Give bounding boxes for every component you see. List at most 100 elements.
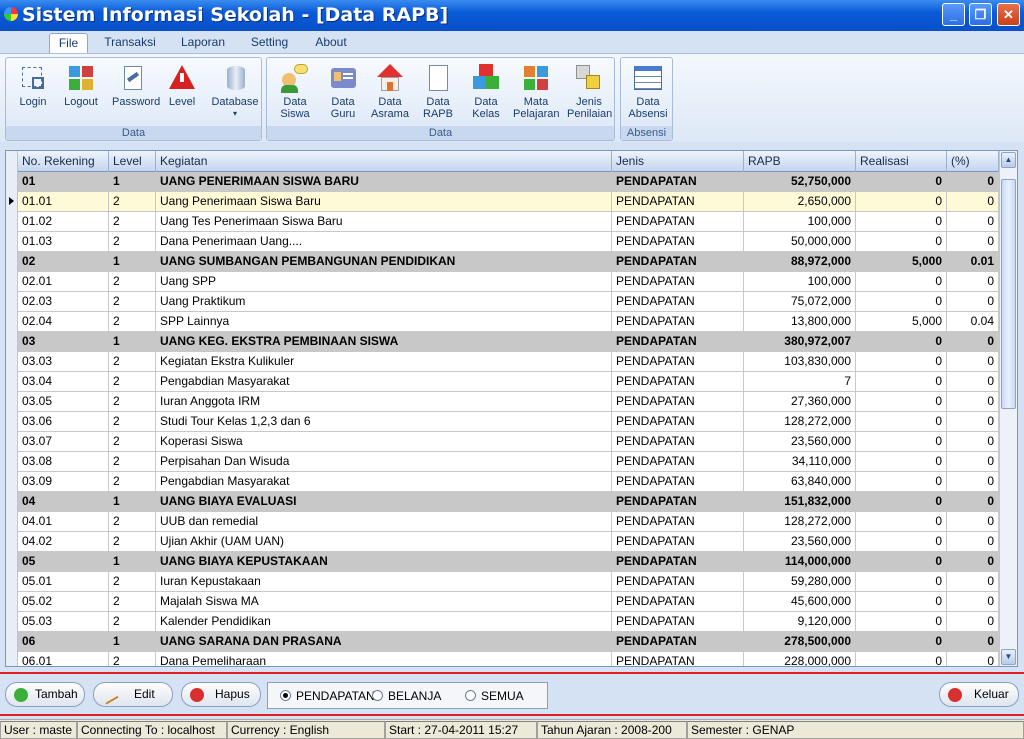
scroll-thumb[interactable] [1001,179,1016,409]
cell-3[interactable]: PENDAPATAN [612,652,744,666]
cell-1[interactable]: 2 [109,592,156,612]
cell-2[interactable]: Kalender Pendidikan [156,612,612,632]
cell-0[interactable]: 04.01 [18,512,109,532]
exit-button[interactable]: Keluar [939,682,1019,707]
cell-5[interactable]: 0 [856,392,947,412]
row-selector[interactable] [6,632,18,652]
column-header-2[interactable]: Kegiatan [156,151,612,172]
cell-4[interactable]: 151,832,000 [744,492,856,512]
cell-3[interactable]: PENDAPATAN [612,352,744,372]
cell-2[interactable]: Pengabdian Masyarakat [156,472,612,492]
cell-6[interactable]: 0 [947,212,999,232]
cell-3[interactable]: PENDAPATAN [612,492,744,512]
cell-6[interactable]: 0 [947,412,999,432]
cell-3[interactable]: PENDAPATAN [612,172,744,192]
cell-5[interactable]: 0 [856,412,947,432]
row-selector[interactable] [6,192,18,212]
cell-4[interactable]: 34,110,000 [744,452,856,472]
cell-2[interactable]: Dana Pemeliharaan [156,652,612,666]
table-row[interactable]: 03.03 2 Kegiatan Ekstra Kulikuler PENDAPATA… [6,352,999,372]
table-row[interactable]: 01.03 2 Dana Penerimaan Uang.... PENDAPATAN… [6,232,999,252]
cell-3[interactable]: PENDAPATAN [612,572,744,592]
ribbon-button-data-asrama[interactable]: Data Asrama [369,61,411,120]
row-selector[interactable] [6,472,18,492]
row-selector[interactable] [6,352,18,372]
title-bar[interactable]: Sistem Informasi Sekolah - [Data RAPB] _… [0,0,1024,31]
cell-4[interactable]: 52,750,000 [744,172,856,192]
cell-4[interactable]: 63,840,000 [744,472,856,492]
cell-4[interactable]: 23,560,000 [744,432,856,452]
cell-4[interactable]: 7 [744,372,856,392]
cell-6[interactable]: 0.04 [947,312,999,332]
cell-4[interactable]: 13,800,000 [744,312,856,332]
cell-1[interactable]: 1 [109,172,156,192]
cell-0[interactable]: 03.06 [18,412,109,432]
cell-1[interactable]: 2 [109,372,156,392]
table-row[interactable]: 03 1 UANG KEG. EKSTRA PEMBINAAN SISWA PENDA… [6,332,999,352]
cell-2[interactable]: Studi Tour Kelas 1,2,3 dan 6 [156,412,612,432]
table-row[interactable]: 03.07 2 Koperasi Siswa PENDAPATAN 23,560,000… [6,432,999,452]
table-row[interactable]: 03.04 2 Pengabdian Masyarakat PENDAPATAN 7 0 0 [6,372,999,392]
table-row[interactable]: 05.03 2 Kalender Pendidikan PENDAPATAN 9,120… [6,612,999,632]
cell-3[interactable]: PENDAPATAN [612,452,744,472]
cell-6[interactable]: 0 [947,572,999,592]
cell-2[interactable]: UANG BIAYA EVALUASI [156,492,612,512]
row-selector[interactable] [6,392,18,412]
cell-6[interactable]: 0 [947,272,999,292]
cell-0[interactable]: 03.07 [18,432,109,452]
cell-1[interactable]: 1 [109,252,156,272]
restore-button[interactable]: ❐ [969,3,992,26]
cell-3[interactable]: PENDAPATAN [612,332,744,352]
cell-6[interactable]: 0 [947,452,999,472]
cell-5[interactable]: 0 [856,492,947,512]
row-selector[interactable] [6,252,18,272]
cell-2[interactable]: Koperasi Siswa [156,432,612,452]
cell-6[interactable]: 0 [947,292,999,312]
cell-4[interactable]: 45,600,000 [744,592,856,612]
cell-6[interactable]: 0 [947,632,999,652]
cell-6[interactable]: 0 [947,332,999,352]
cell-5[interactable]: 0 [856,332,947,352]
cell-0[interactable]: 03.03 [18,352,109,372]
row-selector[interactable] [6,432,18,452]
minimize-button[interactable]: _ [942,3,965,26]
row-selector[interactable] [6,572,18,592]
cell-3[interactable]: PENDAPATAN [612,192,744,212]
cell-0[interactable]: 03.09 [18,472,109,492]
cell-5[interactable]: 0 [856,612,947,632]
cell-1[interactable]: 2 [109,272,156,292]
row-selector[interactable] [6,232,18,252]
cell-1[interactable]: 2 [109,232,156,252]
cell-6[interactable]: 0.01 [947,252,999,272]
cell-6[interactable]: 0 [947,512,999,532]
cell-5[interactable]: 0 [856,232,947,252]
cell-0[interactable]: 06 [18,632,109,652]
cell-6[interactable]: 0 [947,552,999,572]
cell-0[interactable]: 03.05 [18,392,109,412]
cell-5[interactable]: 0 [856,572,947,592]
cell-2[interactable]: Majalah Siswa MA [156,592,612,612]
cell-5[interactable]: 0 [856,552,947,572]
cell-2[interactable]: Uang Tes Penerimaan Siswa Baru [156,212,612,232]
cell-0[interactable]: 05.03 [18,612,109,632]
table-row[interactable]: 01 1 UANG PENERIMAAN SISWA BARU PENDAPATAN 5… [6,172,999,192]
cell-5[interactable]: 0 [856,512,947,532]
cell-1[interactable]: 1 [109,632,156,652]
ribbon-button-password[interactable]: Password [110,61,160,108]
table-row[interactable]: 02.03 2 Uang Praktikum PENDAPATAN 75,072,000… [6,292,999,312]
cell-6[interactable]: 0 [947,652,999,666]
add-button[interactable]: Tambah [5,682,85,707]
cell-5[interactable]: 0 [856,192,947,212]
cell-0[interactable]: 05.01 [18,572,109,592]
cell-4[interactable]: 100,000 [744,272,856,292]
column-header-6[interactable]: (%) [947,151,999,172]
cell-4[interactable]: 278,500,000 [744,632,856,652]
cell-0[interactable]: 04.02 [18,532,109,552]
cell-3[interactable]: PENDAPATAN [612,372,744,392]
cell-1[interactable]: 2 [109,192,156,212]
cell-5[interactable]: 0 [856,432,947,452]
row-selector[interactable] [6,292,18,312]
cell-2[interactable]: Iuran Anggota IRM [156,392,612,412]
cell-4[interactable]: 228,000,000 [744,652,856,666]
cell-0[interactable]: 02.03 [18,292,109,312]
